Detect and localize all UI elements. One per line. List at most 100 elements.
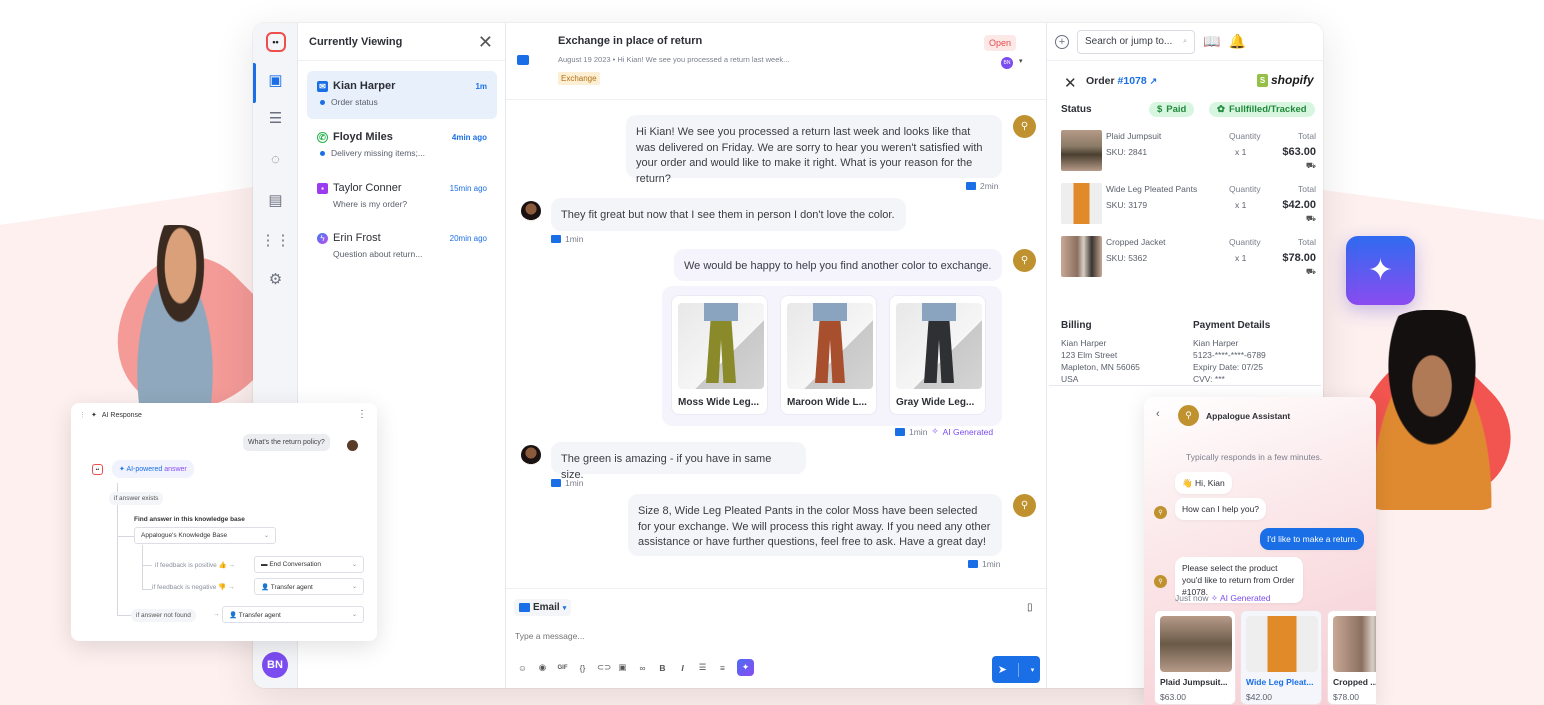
line-name: Plaid Jumpsuit (1106, 131, 1162, 141)
negative-action-select[interactable]: 👤 Transfer agent ⌄ (254, 578, 364, 595)
composer: Email▾ ▯ ☺ ◉ GIF {} ⊂⊃ ▣ ∞ B I ☰ ≡ ✦ ➤▾ (506, 588, 1046, 688)
product-price: $78.00 (1333, 692, 1359, 702)
ordered-list-icon[interactable]: ☰ (697, 662, 708, 673)
dollar-icon: $ (1157, 104, 1163, 115)
message-timestamp: 1min (551, 478, 583, 488)
product-name: Wide Leg Pleat... (1246, 677, 1314, 687)
chevron-down-icon[interactable]: ▾ (1019, 57, 1023, 65)
conversation-item[interactable]: ▪ Taylor Conner 15min ago Where is my ord… (307, 173, 497, 221)
message-input[interactable] (515, 631, 995, 641)
close-icon[interactable]: ✕ (478, 33, 493, 51)
send-button[interactable]: ➤ ▾ (992, 656, 1040, 683)
drag-handle-icon[interactable]: ⋮ (79, 411, 86, 419)
clipboard-icon[interactable]: ▯ (1027, 602, 1033, 613)
email-icon (551, 479, 561, 487)
product-name: Maroon Wide L... (787, 397, 867, 408)
truck-icon[interactable]: ⛟ (1306, 161, 1316, 171)
rail-activity[interactable]: ▤ (253, 183, 298, 217)
conversation-name: Taylor Conner (333, 182, 402, 194)
search-list-icon: ☰ (268, 110, 283, 127)
bell-icon[interactable]: 🔔 (1228, 33, 1245, 50)
assignee-avatar[interactable]: BN (1001, 57, 1013, 69)
emoji-icon[interactable]: ☺ (517, 663, 528, 673)
app-logo[interactable]: •• (253, 25, 298, 59)
person-icon: 👤 (229, 611, 238, 619)
chevron-down-icon: ⌄ (351, 562, 357, 568)
thread-subject: Exchange in place of return (558, 35, 703, 47)
bold-icon[interactable]: B (657, 663, 668, 673)
rail-inbox[interactable]: ▣ (253, 63, 298, 103)
record-icon[interactable]: ◉ (537, 662, 548, 673)
shopify-logo: Sshopify (1257, 73, 1314, 87)
product-price: $63.00 (1160, 692, 1186, 702)
gif-icon[interactable]: GIF (557, 665, 568, 671)
more-options-icon[interactable]: ⋮ (357, 409, 367, 420)
back-chevron-icon[interactable]: ‹ (1156, 408, 1160, 420)
ai-answer-pill: ✦ AI-powered answer (112, 460, 194, 478)
truck-icon[interactable]: ⛟ (1306, 214, 1316, 224)
product-card[interactable]: Wide Leg Pleat... $42.00 (1240, 610, 1322, 705)
condition-tag: if answer not found (131, 609, 196, 622)
conversation-item[interactable]: ϟ Erin Frost 20min ago Question about ret… (307, 223, 497, 271)
product-price: $42.00 (1246, 692, 1272, 702)
conversation-list-title: Currently Viewing (309, 35, 403, 48)
reports-icon: ◌ (271, 150, 280, 168)
conversation-thread: Exchange in place of return August 19 20… (506, 23, 1046, 688)
close-icon[interactable]: ✕ (1064, 74, 1077, 92)
product-card[interactable]: Gray Wide Leg... (889, 295, 986, 415)
ai-sparkle-icon: ✧ (1210, 593, 1219, 603)
rail-reports[interactable]: ◌ (253, 142, 298, 176)
status-badge[interactable]: Open (984, 35, 1017, 51)
product-image (896, 303, 982, 389)
conversation-time: 20min ago (449, 233, 487, 243)
customer-question: What's the return policy? (243, 434, 330, 451)
product-card[interactable]: Plaid Jumpsuit... $63.00 (1154, 610, 1236, 705)
quantity-header: Quantity (1229, 237, 1261, 247)
rail-apps[interactable]: ⋮⋮ (253, 223, 298, 257)
conversation-item[interactable]: ✆ Floyd Miles 4min ago Delivery missing i… (307, 122, 497, 170)
line-total: $63.00 (1282, 146, 1316, 158)
activity-icon: ▤ (268, 192, 283, 209)
variable-icon[interactable]: {} (577, 663, 588, 673)
send-icon: ➤ (997, 664, 1007, 676)
line-total: $78.00 (1282, 252, 1316, 264)
italic-icon[interactable]: I (677, 663, 688, 673)
rail-settings[interactable]: ⚙ (253, 262, 298, 296)
fulfilled-badge: ✿ Fullfilled/Tracked (1209, 102, 1315, 117)
product-card[interactable]: Cropped ... $78.00 (1327, 610, 1376, 705)
add-icon[interactable]: + (1055, 34, 1069, 49)
line-name: Cropped Jacket (1106, 237, 1166, 247)
order-title: Order #1078 ↗ (1086, 75, 1158, 87)
channel-selector[interactable]: Email ▾ (514, 599, 572, 616)
conversation-item[interactable]: ✉ Kian Harper 1m Order status (307, 71, 497, 119)
customer-message: They fit great but now that I see them i… (551, 198, 906, 231)
search-input[interactable]: Search or jump to... ⌕ (1077, 29, 1195, 54)
product-image (1061, 130, 1102, 171)
ai-generated-label: AI Generated (942, 426, 994, 437)
chevron-down-icon: ⌄ (351, 612, 357, 618)
link-icon[interactable]: ∞ (637, 663, 648, 673)
product-card[interactable]: Maroon Wide L... (780, 295, 877, 415)
not-found-action-select[interactable]: 👤 Transfer agent ⌄ (222, 606, 364, 623)
rail-search-list[interactable]: ☰ (253, 101, 298, 135)
thread-tag[interactable]: Exchange (558, 72, 600, 85)
bot-message: 👋 Hi, Kian (1175, 472, 1232, 494)
customer-avatar (521, 445, 541, 465)
ai-sparkle-icon: ✦ (91, 412, 97, 419)
bullet-list-icon[interactable]: ≡ (717, 663, 728, 673)
attachment-icon[interactable]: ⊂⊃ (597, 662, 611, 673)
ai-assist-icon[interactable]: ✦ (737, 659, 754, 676)
knowledge-book-icon[interactable]: 📖 (1203, 33, 1220, 50)
ai-sparkle-icon: ✧ (931, 426, 939, 436)
knowledge-base-select[interactable]: Appalogue's Knowledge Base ⌄ (134, 527, 276, 544)
truck-icon[interactable]: ⛟ (1306, 267, 1316, 277)
image-icon[interactable]: ▣ (617, 662, 628, 673)
positive-action-select[interactable]: ▬ End Conversation ⌄ (254, 556, 364, 573)
payment-section: Payment Details Kian Harper 5123-****-**… (1193, 320, 1271, 384)
user-avatar[interactable]: BN (262, 652, 288, 678)
product-card[interactable]: Moss Wide Leg... (671, 295, 768, 415)
order-number-link[interactable]: #1078 (1118, 75, 1147, 87)
message-timestamp: 2min (966, 181, 998, 191)
product-name: Moss Wide Leg... (678, 397, 760, 408)
formatting-toolbar: ☺ ◉ GIF {} ⊂⊃ ▣ ∞ B I ☰ ≡ ✦ (517, 659, 754, 676)
